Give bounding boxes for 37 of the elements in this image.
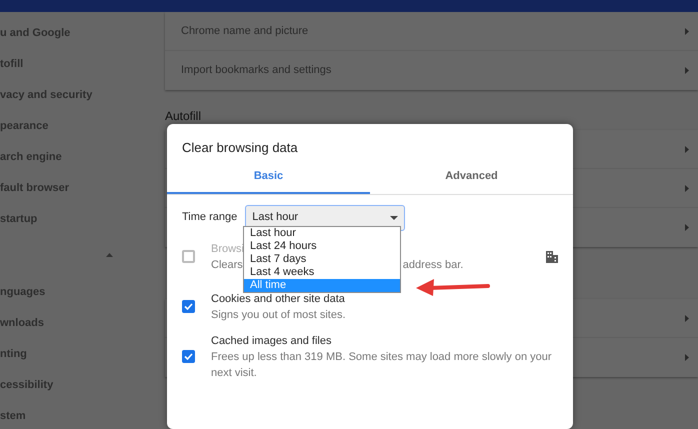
chevron-icon [685, 67, 689, 74]
sidebar-item[interactable]: nting [0, 346, 27, 362]
sidebar-item[interactable]: fault browser [0, 180, 70, 196]
tab[interactable]: Basic [167, 162, 370, 194]
option-title: Cookies and other site data [211, 292, 345, 306]
sidebar-item[interactable]: stem [0, 408, 26, 424]
checkbox[interactable] [182, 250, 195, 263]
dropdown-option[interactable]: Last 24 hours [244, 240, 400, 253]
tab[interactable]: Advanced [370, 162, 573, 194]
checkbox[interactable] [182, 350, 195, 363]
sidebar-item[interactable]: tofill [0, 56, 24, 72]
dialog-title: Clear browsing data [181, 139, 299, 157]
dropdown-option[interactable]: Last 4 weeks [244, 266, 400, 279]
checkbox[interactable] [182, 300, 195, 313]
sidebar-item[interactable]: vacy and security [0, 87, 92, 103]
sidebar-item[interactable]: nguages [0, 284, 46, 300]
dropdown-option[interactable]: Last 7 days [244, 253, 400, 266]
collapse-icon [106, 253, 113, 257]
sidebar-item[interactable]: startup [0, 211, 38, 227]
settings-row-label[interactable]: Import bookmarks and settings [181, 62, 332, 79]
option-description: Clears [211, 258, 243, 272]
sidebar-item[interactable]: u and Google [0, 25, 70, 41]
option-title: Cached images and files [211, 334, 332, 348]
sidebar-item[interactable]: wnloads [0, 315, 44, 331]
caret-icon [390, 216, 398, 220]
field-label: Time range [182, 210, 238, 226]
sidebar-item[interactable]: pearance [0, 118, 48, 134]
settings-row-label[interactable]: Chrome name and picture [181, 22, 308, 40]
dropdown-option[interactable]: All time [244, 279, 400, 292]
section-heading: Autofill [165, 108, 202, 125]
option-title: Browsi [211, 242, 244, 256]
sidebar-item[interactable]: cessibility [0, 377, 54, 393]
option-description: Frees up less than 319 MB. Some sites may load more slowly on your next visit. [211, 350, 553, 380]
chevron-icon [685, 28, 689, 34]
option-description: address bar. [402, 258, 464, 272]
option-description: Signs you out of most sites. [211, 308, 346, 322]
sidebar-item[interactable]: arch engine [0, 149, 62, 165]
